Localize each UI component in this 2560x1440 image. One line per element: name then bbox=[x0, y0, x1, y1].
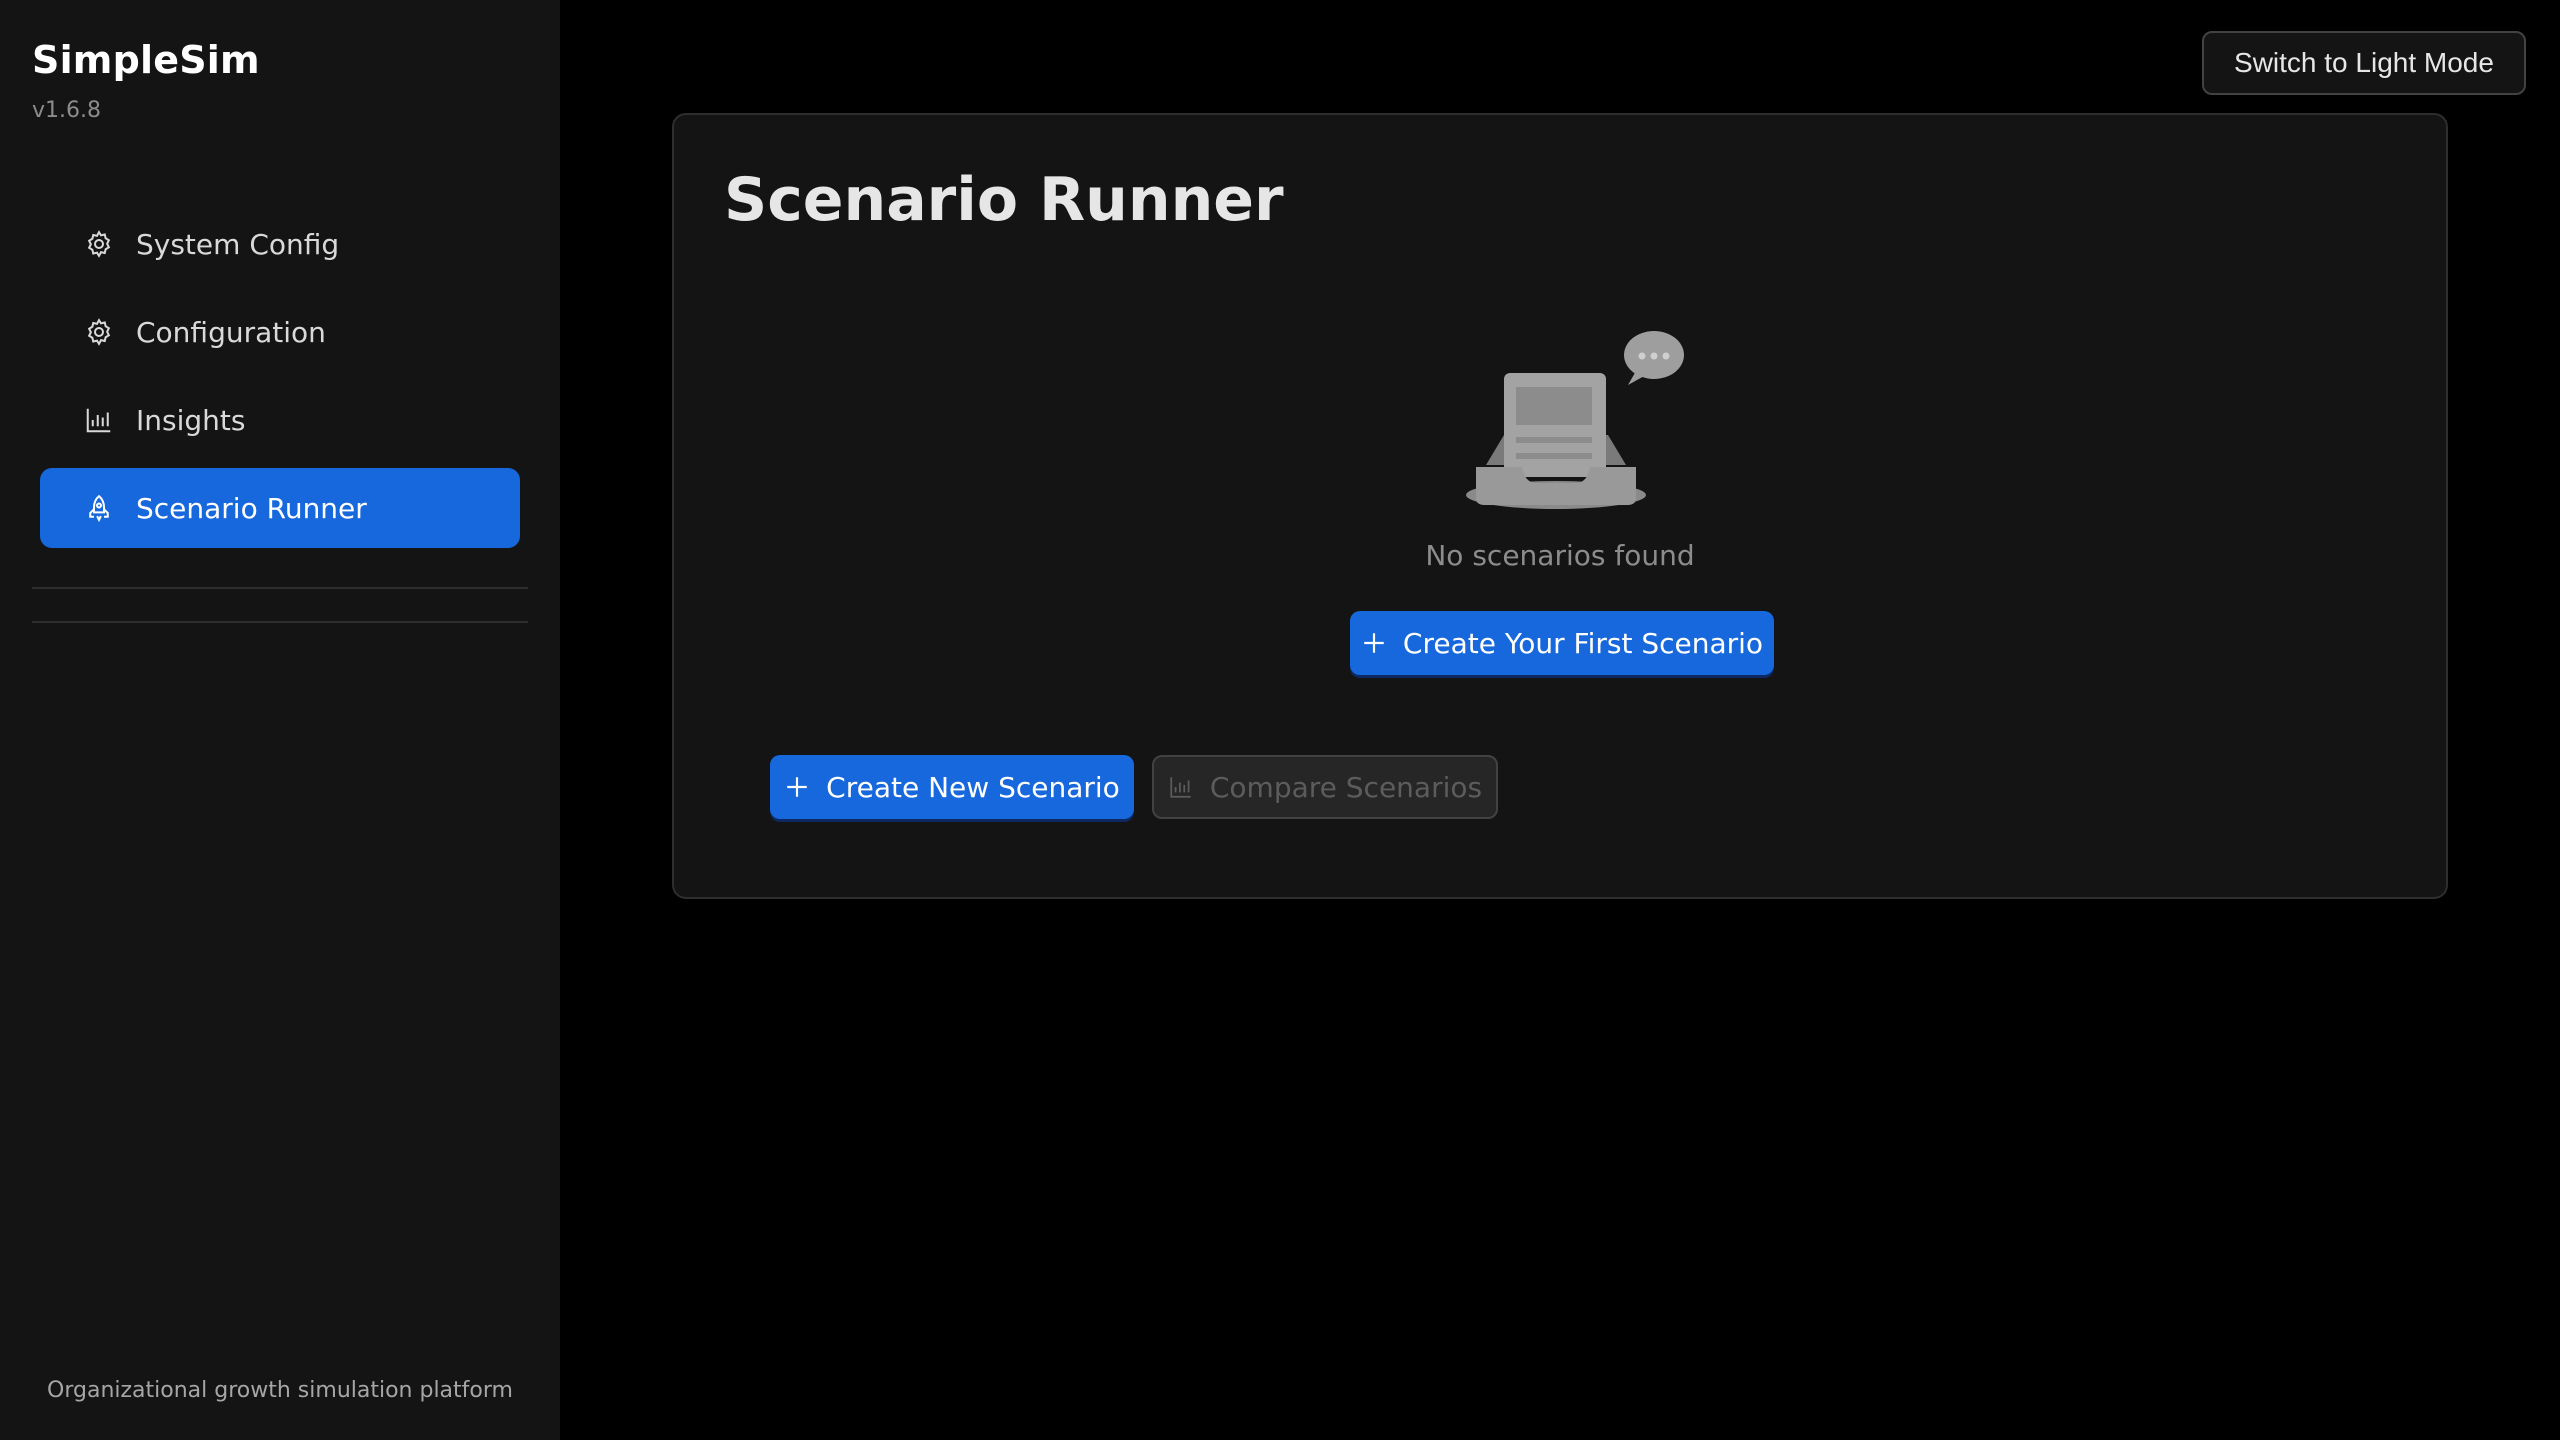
sidebar: SimpleSim v1.6.8 System Config Configura… bbox=[0, 0, 560, 1440]
scenario-runner-card: Scenario Runner No scenarios found Creat… bbox=[672, 113, 2448, 899]
sidebar-item-configuration[interactable]: Configuration bbox=[40, 292, 520, 372]
sidebar-nav: System Config Configuration Insights Sce… bbox=[40, 204, 520, 556]
plus-icon bbox=[1361, 630, 1387, 656]
gear-icon bbox=[84, 317, 114, 347]
button-label: Create Your First Scenario bbox=[1402, 626, 1764, 660]
plus-icon bbox=[784, 774, 810, 800]
sidebar-item-label: Insights bbox=[136, 403, 246, 437]
sidebar-divider bbox=[32, 587, 528, 589]
gear-icon bbox=[84, 229, 114, 259]
bar-chart-icon bbox=[84, 405, 114, 435]
app-tagline: Organizational growth simulation platfor… bbox=[47, 1378, 513, 1403]
sidebar-item-insights[interactable]: Insights bbox=[40, 380, 520, 460]
app-title: SimpleSim bbox=[32, 38, 260, 82]
theme-toggle-button[interactable]: Switch to Light Mode bbox=[2202, 31, 2526, 95]
button-label: Compare Scenarios bbox=[1209, 770, 1483, 804]
bar-chart-icon bbox=[1168, 774, 1194, 800]
create-new-scenario-button[interactable]: Create New Scenario bbox=[770, 755, 1134, 819]
app-version: v1.6.8 bbox=[32, 98, 101, 123]
sidebar-item-scenario-runner[interactable]: Scenario Runner bbox=[40, 468, 520, 548]
page-title: Scenario Runner bbox=[724, 165, 1284, 235]
sidebar-item-label: Configuration bbox=[136, 315, 326, 349]
empty-inbox-icon bbox=[1464, 315, 1684, 515]
button-label: Create New Scenario bbox=[826, 770, 1120, 804]
create-first-scenario-button[interactable]: Create Your First Scenario bbox=[1350, 611, 1774, 675]
empty-state-text: No scenarios found bbox=[1425, 539, 1695, 572]
rocket-icon bbox=[84, 493, 114, 523]
sidebar-item-label: System Config bbox=[136, 227, 340, 261]
sidebar-item-label: Scenario Runner bbox=[136, 491, 367, 525]
sidebar-item-system-config[interactable]: System Config bbox=[40, 204, 520, 284]
compare-scenarios-button[interactable]: Compare Scenarios bbox=[1152, 755, 1498, 819]
sidebar-divider bbox=[32, 621, 528, 623]
